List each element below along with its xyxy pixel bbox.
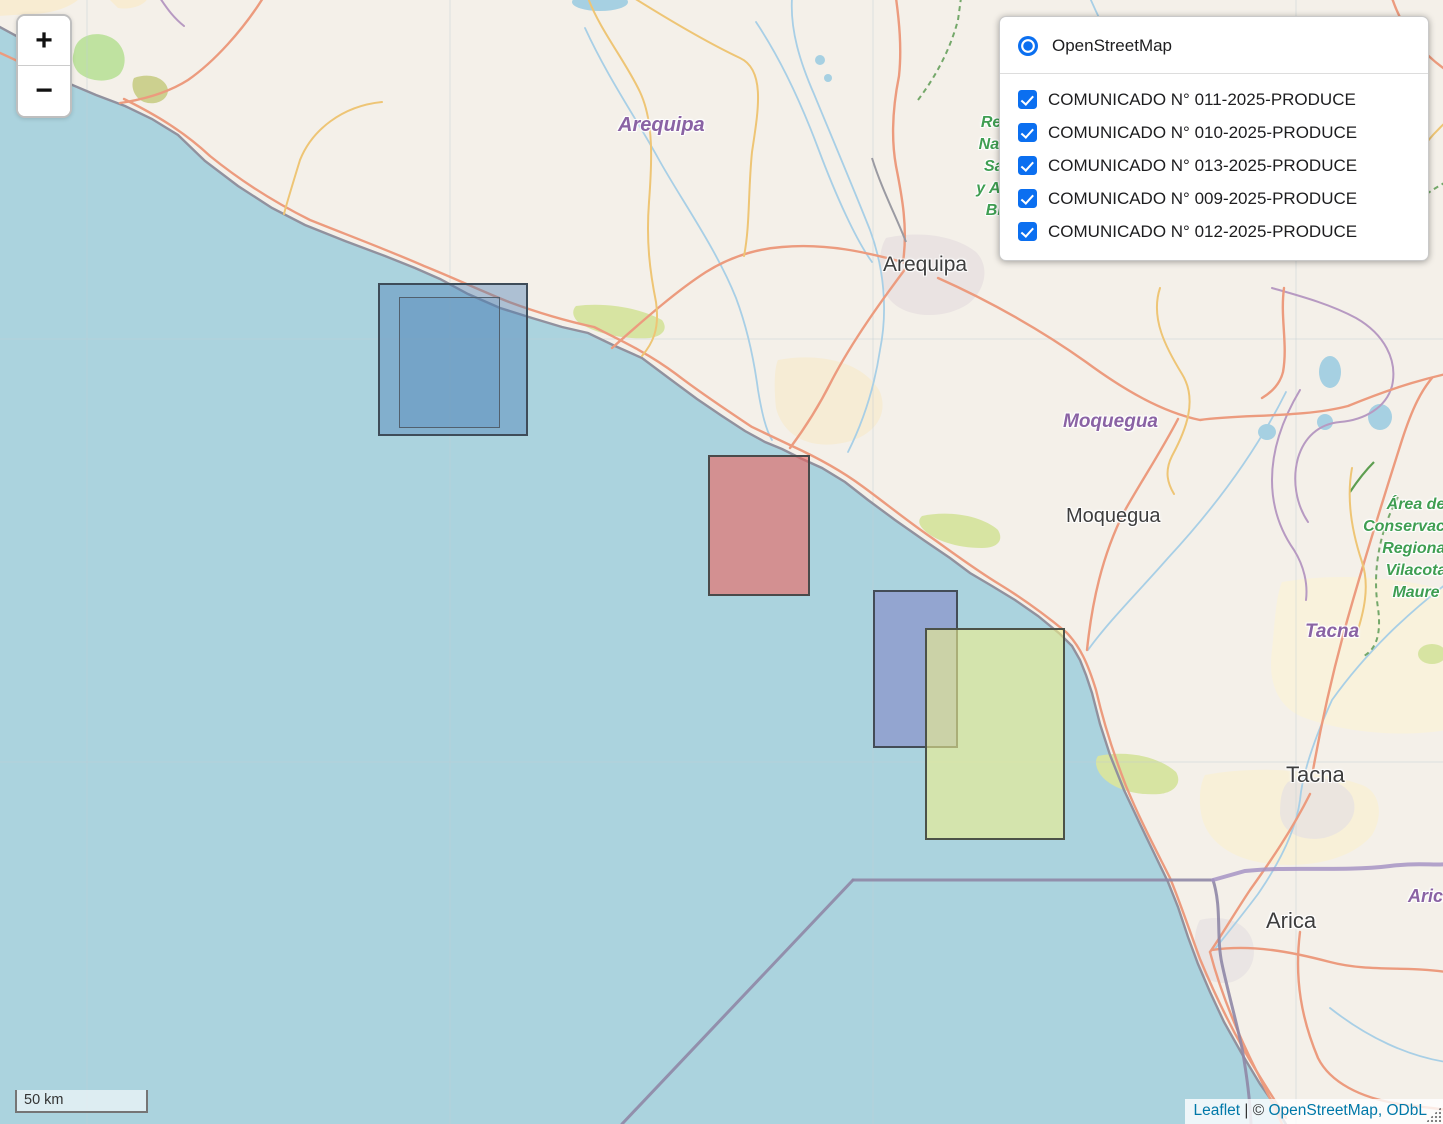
overlay-polygon-blue-inner[interactable] xyxy=(399,297,500,428)
overlay-layer-row[interactable]: COMUNICADO N° 010-2025-PRODUCE xyxy=(1018,116,1412,149)
attribution: Leaflet | © OpenStreetMap, ODbL xyxy=(1185,1099,1443,1124)
zoom-control: + − xyxy=(16,14,72,118)
zoom-out-button[interactable]: − xyxy=(18,66,70,116)
overlay-checkbox-010[interactable] xyxy=(1018,123,1037,142)
overlay-checkbox-011[interactable] xyxy=(1018,90,1037,109)
leaflet-link[interactable]: Leaflet xyxy=(1194,1102,1241,1119)
overlay-polygon-yellow[interactable] xyxy=(925,628,1065,840)
base-layer-row[interactable]: OpenStreetMap xyxy=(1018,26,1412,66)
overlay-label-011[interactable]: COMUNICADO N° 011-2025-PRODUCE xyxy=(1048,90,1356,110)
overlay-checkbox-012[interactable] xyxy=(1018,222,1037,241)
overlay-label-010[interactable]: COMUNICADO N° 010-2025-PRODUCE xyxy=(1048,123,1357,143)
layers-separator xyxy=(1000,73,1428,74)
openstreetmap-link[interactable]: OpenStreetMap, ODbL xyxy=(1268,1102,1427,1119)
overlay-layer-row[interactable]: COMUNICADO N° 012-2025-PRODUCE xyxy=(1018,215,1412,248)
scale-bar-label: 50 km xyxy=(24,1092,64,1108)
overlay-layer-row[interactable]: COMUNICADO N° 009-2025-PRODUCE xyxy=(1018,182,1412,215)
base-layer-radio[interactable] xyxy=(1018,36,1038,56)
map[interactable]: Arequipa Arequipa Moquegua Moquegua Tacn… xyxy=(0,0,1443,1124)
layers-control: OpenStreetMap COMUNICADO N° 011-2025-PRO… xyxy=(999,16,1429,261)
overlay-polygon-red[interactable] xyxy=(708,455,810,596)
base-layer-label[interactable]: OpenStreetMap xyxy=(1052,36,1172,56)
overlay-checkbox-009[interactable] xyxy=(1018,189,1037,208)
overlay-layer-row[interactable]: COMUNICADO N° 011-2025-PRODUCE xyxy=(1018,83,1412,116)
attribution-copyright: © xyxy=(1253,1102,1264,1119)
overlay-label-013[interactable]: COMUNICADO N° 013-2025-PRODUCE xyxy=(1048,156,1357,176)
scale-bar: 50 km xyxy=(15,1090,148,1113)
attribution-divider: | xyxy=(1244,1102,1248,1119)
overlay-layer-row[interactable]: COMUNICADO N° 013-2025-PRODUCE xyxy=(1018,149,1412,182)
overlay-checkbox-013[interactable] xyxy=(1018,156,1037,175)
overlay-label-009[interactable]: COMUNICADO N° 009-2025-PRODUCE xyxy=(1048,189,1357,209)
zoom-in-button[interactable]: + xyxy=(18,16,70,66)
overlay-label-012[interactable]: COMUNICADO N° 012-2025-PRODUCE xyxy=(1048,222,1357,242)
